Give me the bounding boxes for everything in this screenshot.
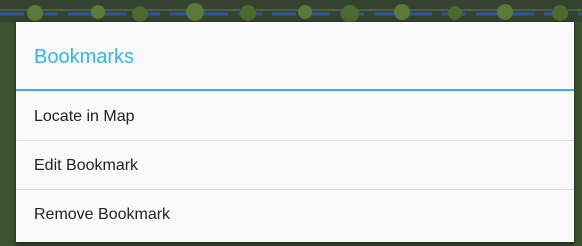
remove-bookmark-item[interactable]: Remove Bookmark [16, 190, 574, 239]
bookmarks-dialog: Bookmarks Locate in Map Edit Bookmark Re… [16, 22, 574, 242]
dialog-title: Bookmarks [34, 46, 135, 68]
bookmark-actions-list: Locate in Map Edit Bookmark Remove Bookm… [16, 92, 574, 239]
title-divider [16, 89, 574, 91]
edit-bookmark-item[interactable]: Edit Bookmark [16, 141, 574, 190]
locate-in-map-item[interactable]: Locate in Map [16, 92, 574, 141]
